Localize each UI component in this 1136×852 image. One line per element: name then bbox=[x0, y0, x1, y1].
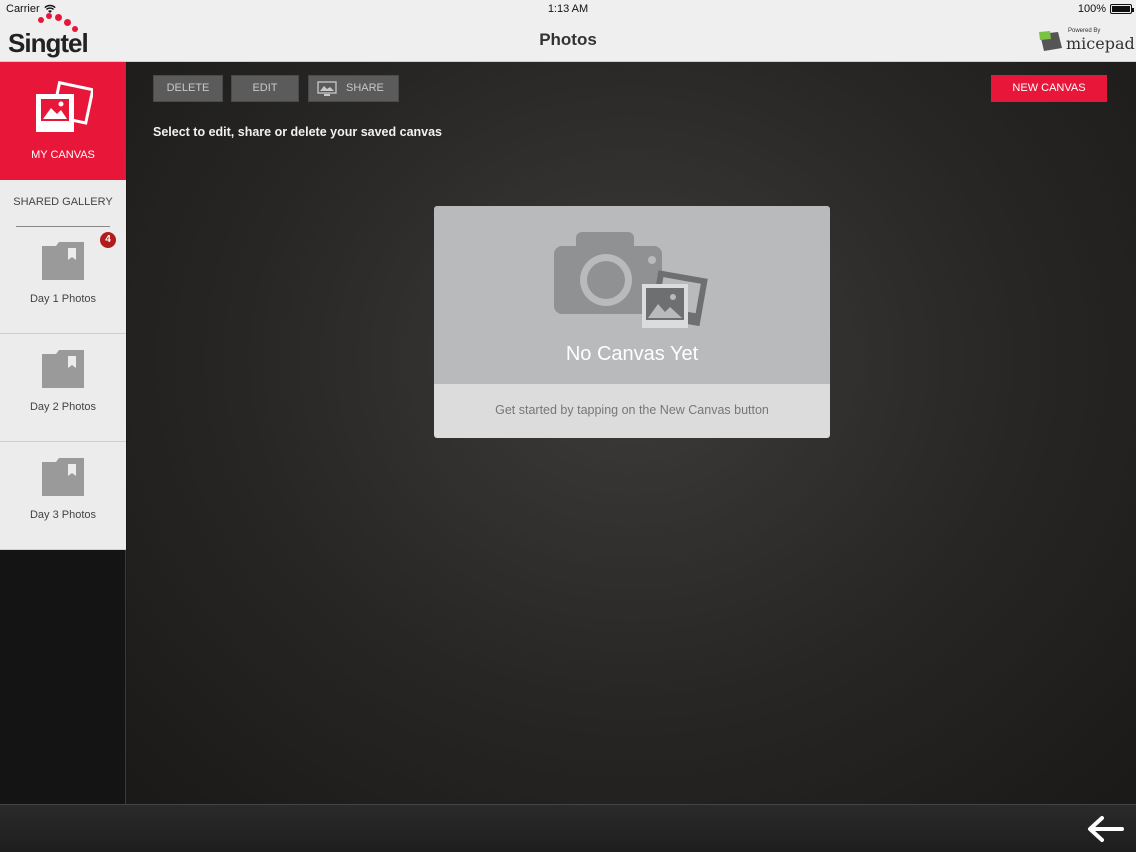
sidebar-item-day-2-photos[interactable]: Day 2 Photos bbox=[0, 334, 126, 442]
gallery-item-label: Day 1 Photos bbox=[29, 293, 97, 305]
notification-badge: 4 bbox=[100, 232, 116, 248]
my-canvas-icon bbox=[36, 80, 93, 132]
back-arrow-icon[interactable] bbox=[1086, 815, 1124, 843]
folder-icon bbox=[42, 350, 84, 388]
battery-percent: 100% bbox=[1077, 3, 1106, 15]
shared-gallery-heading: SHARED GALLERY bbox=[13, 196, 113, 208]
share-button[interactable]: SHARE bbox=[308, 75, 399, 102]
sidebar-item-day-1-photos[interactable]: 4 Day 1 Photos bbox=[0, 226, 126, 334]
empty-state-card: No Canvas Yet Get started by tapping on … bbox=[434, 206, 830, 438]
instruction-text: Select to edit, share or delete your sav… bbox=[153, 125, 443, 139]
sidebar-item-day-3-photos[interactable]: Day 3 Photos bbox=[0, 442, 126, 550]
gallery-item-label: Day 3 Photos bbox=[29, 509, 97, 521]
clock: 1:13 AM bbox=[547, 3, 589, 15]
nav-bar: Singtel Photos Powered By micepad bbox=[0, 13, 1136, 62]
micepad-logo: Powered By micepad bbox=[1038, 26, 1135, 56]
main-content: DELETE EDIT SHARE NEW CANVAS Select to e… bbox=[127, 62, 1136, 804]
share-icon bbox=[317, 81, 337, 96]
shared-gallery: SHARED GALLERY 4 Day 1 Photos Day 2 Phot… bbox=[0, 180, 126, 550]
my-canvas-label: MY CANVAS bbox=[31, 149, 95, 161]
empty-state-hint: Get started by tapping on the New Canvas… bbox=[495, 403, 769, 417]
delete-button[interactable]: DELETE bbox=[153, 75, 223, 102]
camera-icon bbox=[554, 232, 708, 328]
folder-icon bbox=[42, 242, 84, 280]
new-canvas-button[interactable]: NEW CANVAS bbox=[991, 75, 1107, 102]
micepad-name: micepad bbox=[1066, 34, 1135, 53]
edit-button[interactable]: EDIT bbox=[231, 75, 299, 102]
empty-state-title: No Canvas Yet bbox=[565, 343, 699, 365]
battery-icon bbox=[1110, 4, 1134, 14]
battery-indicator: 100% bbox=[1077, 3, 1134, 15]
sidebar-item-my-canvas[interactable]: MY CANVAS bbox=[0, 62, 126, 180]
page-title: Photos bbox=[539, 30, 597, 49]
folder-icon bbox=[42, 458, 84, 496]
share-label: SHARE bbox=[346, 82, 384, 94]
sidebar: MY CANVAS SHARED GALLERY 4 Day 1 Photos … bbox=[0, 62, 126, 804]
bottom-bar bbox=[0, 804, 1136, 852]
micepad-icon bbox=[1039, 31, 1062, 51]
gallery-item-label: Day 2 Photos bbox=[29, 401, 97, 413]
status-bar: Carrier 1:13 AM 100% bbox=[0, 0, 1136, 18]
